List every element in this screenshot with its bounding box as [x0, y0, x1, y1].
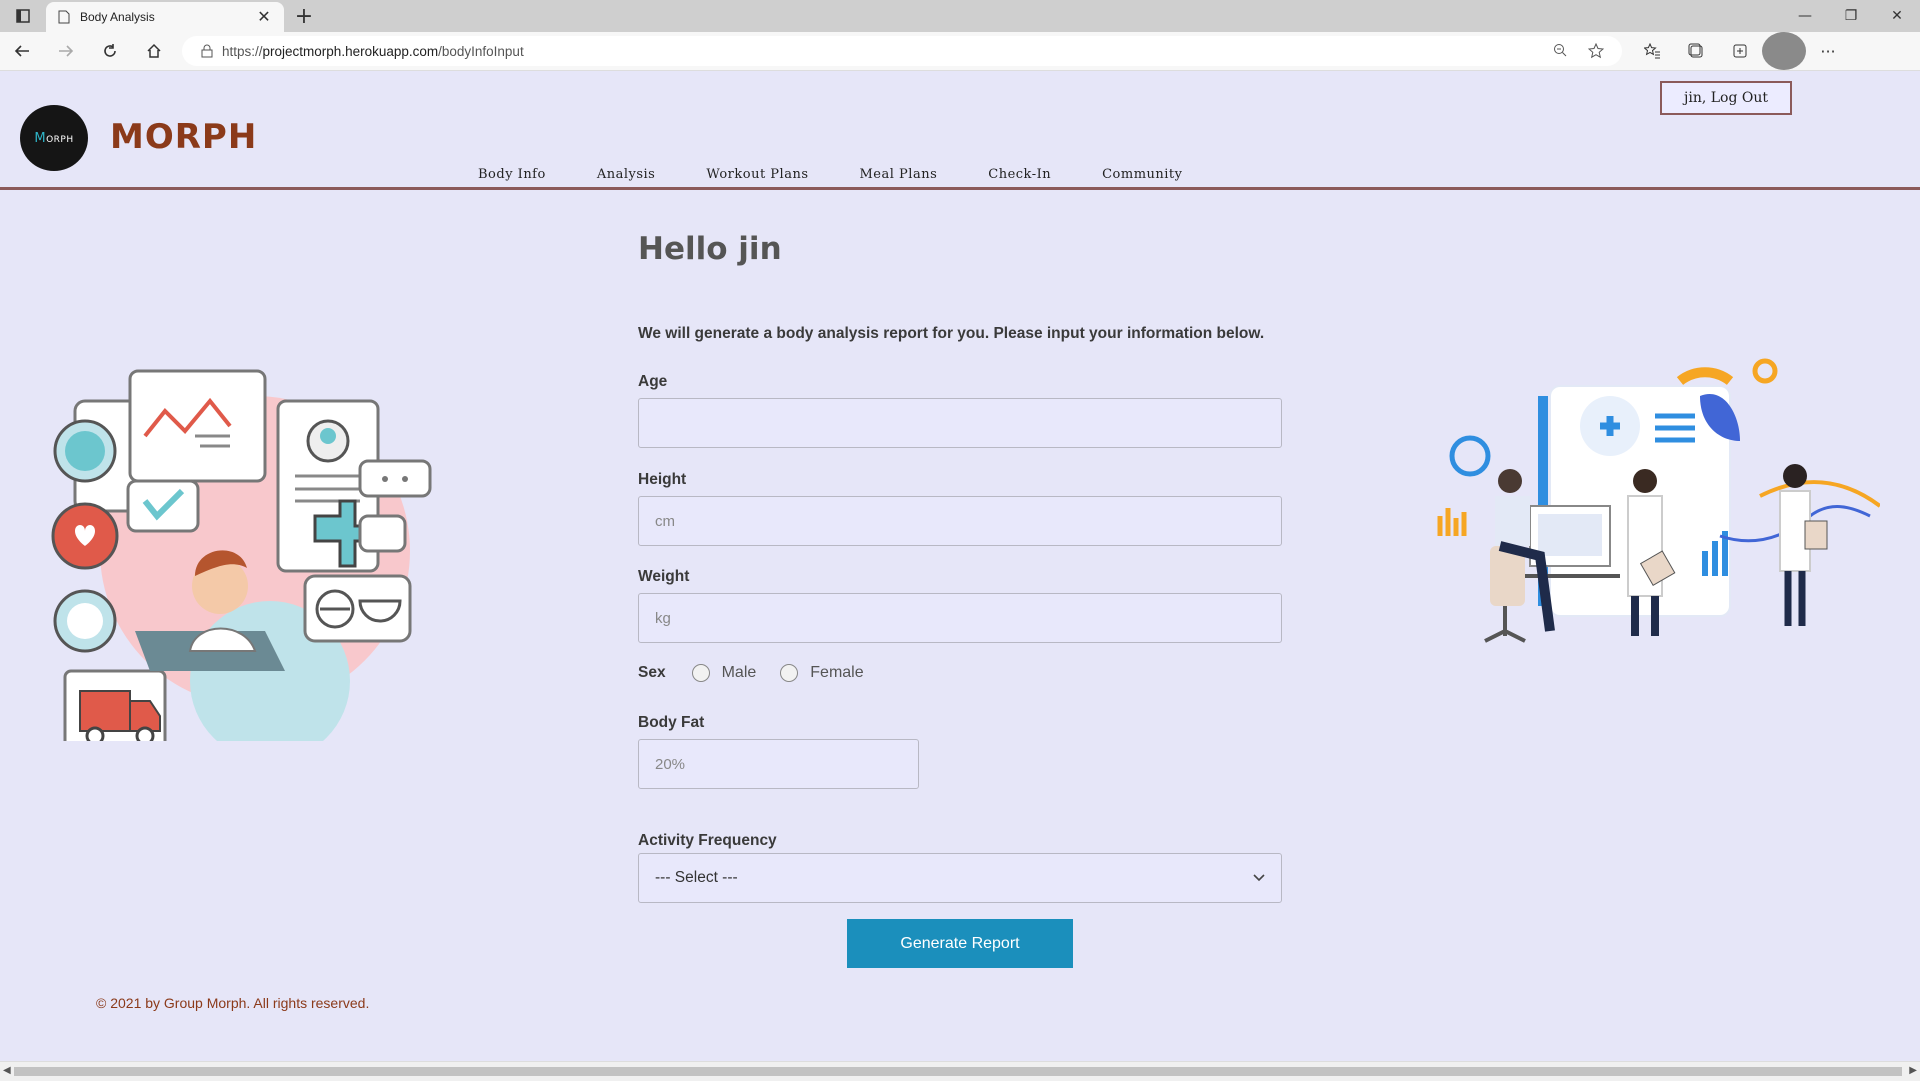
collections-icon[interactable]: [1674, 32, 1718, 70]
logo-letter: M: [34, 130, 47, 146]
logout-button[interactable]: jin, Log Out: [1660, 81, 1792, 115]
chevron-down-icon: [1253, 874, 1265, 882]
zoom-out-icon[interactable]: [1542, 43, 1578, 59]
age-label: Age: [638, 373, 668, 390]
nav-analysis[interactable]: Analysis: [597, 167, 656, 182]
favorites-icon[interactable]: [1630, 32, 1674, 70]
morph-logo[interactable]: MORPH: [20, 105, 88, 171]
url-domain: projectmorph.herokuapp.com: [262, 43, 439, 59]
health-dashboard-illustration: [51, 369, 432, 741]
scrollbar-thumb[interactable]: [14, 1067, 1902, 1076]
medical-team-illustration: [1437, 358, 1880, 643]
body-fat-label: Body Fat: [638, 714, 705, 731]
scroll-left-icon[interactable]: ◀: [3, 1065, 11, 1076]
nav-community[interactable]: Community: [1102, 167, 1182, 182]
main-nav: Body Info Analysis Workout Plans Meal Pl…: [478, 167, 1234, 182]
height-input[interactable]: [638, 496, 1282, 546]
weight-label: Weight: [638, 568, 690, 585]
male-radio[interactable]: [691, 664, 710, 682]
refresh-icon[interactable]: [88, 32, 132, 70]
back-icon[interactable]: [0, 32, 44, 70]
page-icon: [58, 10, 70, 24]
activity-frequency-select[interactable]: --- Select ---: [638, 853, 1282, 903]
tab-actions-icon[interactable]: [0, 0, 46, 32]
weight-input[interactable]: [638, 593, 1282, 643]
age-input[interactable]: [638, 398, 1282, 448]
intro-text: We will generate a body analysis report …: [638, 325, 1265, 342]
minimize-icon[interactable]: —: [1782, 0, 1828, 32]
home-icon[interactable]: [132, 32, 176, 70]
female-radio-label[interactable]: Female: [810, 664, 863, 682]
nav-meal-plans[interactable]: Meal Plans: [860, 167, 938, 182]
male-radio-label[interactable]: Male: [722, 664, 757, 682]
nav-workout-plans[interactable]: Workout Plans: [706, 167, 808, 182]
close-tab-icon[interactable]: ✕: [254, 7, 274, 27]
forward-icon[interactable]: [44, 32, 88, 70]
add-favorite-icon[interactable]: [1578, 43, 1614, 59]
female-radio[interactable]: [780, 664, 799, 682]
profile-avatar[interactable]: [1762, 32, 1806, 70]
nav-check-in[interactable]: Check-In: [988, 167, 1051, 182]
activity-selected-value: --- Select ---: [655, 869, 738, 886]
url-path: /bodyInfoInput: [438, 43, 524, 59]
restore-icon[interactable]: ❐: [1828, 0, 1874, 32]
url-text[interactable]: https://projectmorph.herokuapp.com/bodyI…: [222, 44, 1542, 59]
activity-frequency-label: Activity Frequency: [638, 832, 777, 849]
site-header: MORPH MORPH jin, Log Out Body Info Analy…: [0, 71, 1920, 190]
browser-essentials-icon[interactable]: [1718, 32, 1762, 70]
new-tab-icon[interactable]: +: [284, 0, 324, 32]
window-controls: — ❐ ✕: [1782, 0, 1920, 32]
page-body: MORPH MORPH jin, Log Out Body Info Analy…: [0, 71, 1920, 1061]
browser-tab[interactable]: Body Analysis ✕: [46, 2, 284, 32]
nav-body-info[interactable]: Body Info: [478, 167, 546, 182]
brand-title[interactable]: MORPH: [110, 117, 257, 157]
logo-text: ORPH: [46, 134, 74, 145]
url-prefix: https://: [222, 43, 263, 59]
scroll-right-icon[interactable]: ▶: [1909, 1065, 1917, 1076]
address-bar[interactable]: https://projectmorph.herokuapp.com/bodyI…: [182, 36, 1622, 66]
sex-radio-group: Sex Male Female: [638, 664, 888, 682]
generate-report-button[interactable]: Generate Report: [847, 919, 1073, 968]
browser-toolbar: https://projectmorph.herokuapp.com/bodyI…: [0, 32, 1920, 71]
sex-label: Sex: [638, 664, 666, 681]
footer-copyright: © 2021 by Group Morph. All rights reserv…: [96, 995, 370, 1011]
lock-icon[interactable]: [192, 44, 222, 58]
more-options-icon[interactable]: ···: [1806, 32, 1850, 70]
tab-title: Body Analysis: [80, 10, 155, 24]
close-window-icon[interactable]: ✕: [1874, 0, 1920, 32]
height-label: Height: [638, 471, 687, 488]
body-fat-input[interactable]: [638, 739, 919, 789]
browser-tabstrip: Body Analysis ✕ + — ❐ ✕: [0, 0, 1920, 32]
greeting-heading: Hello jin: [638, 231, 782, 267]
horizontal-scrollbar[interactable]: ◀ ▶: [0, 1061, 1920, 1081]
